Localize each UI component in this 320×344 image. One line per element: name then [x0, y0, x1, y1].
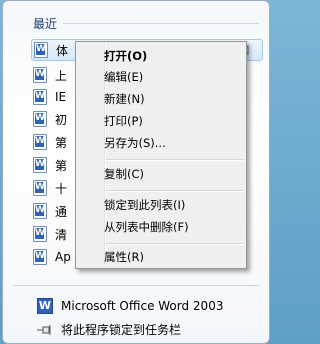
recent-item-label: 第 — [55, 158, 68, 173]
recent-item-label: 清 — [55, 227, 68, 242]
recent-item-label: 十 — [55, 181, 68, 196]
launch-app-item[interactable]: W Microsoft Office Word 2003 — [37, 298, 223, 314]
word-document-icon — [33, 111, 47, 127]
menu-item-new[interactable]: 新建(N) — [104, 89, 145, 109]
word-document-icon — [33, 157, 47, 173]
menu-separator — [106, 243, 243, 245]
section-divider — [63, 23, 259, 24]
word-document-icon — [33, 203, 47, 219]
pin-to-taskbar-item[interactable]: 将此程序锁定到任务栏 — [37, 321, 181, 338]
word-document-icon — [33, 89, 47, 105]
pin-to-taskbar-label: 将此程序锁定到任务栏 — [61, 323, 182, 337]
recent-item-label: 通 — [55, 204, 68, 219]
word-document-icon — [33, 249, 47, 265]
section-title-recent: 最近 — [33, 17, 58, 31]
word-document-icon — [33, 226, 47, 242]
menu-separator — [106, 190, 243, 192]
word-app-icon: W — [37, 298, 53, 314]
context-menu: 打开(O) 编辑(E) 新建(N) 打印(P) 另存为(S)... 复制(C) … — [75, 41, 247, 269]
menu-separator — [106, 159, 243, 161]
pin-icon — [37, 324, 51, 335]
menu-item-print[interactable]: 打印(P) — [104, 111, 143, 131]
tasks-divider — [13, 285, 259, 286]
recent-item-label: 体 — [56, 43, 69, 58]
menu-item-properties[interactable]: 属性(R) — [104, 247, 144, 267]
recent-item-label: 上 — [55, 68, 68, 83]
word-document-icon — [34, 42, 48, 58]
recent-item-label: 第 — [55, 135, 68, 150]
word-document-icon — [33, 134, 47, 150]
app-name-label: Microsoft Office Word 2003 — [61, 299, 224, 313]
menu-item-edit[interactable]: 编辑(E) — [104, 67, 143, 87]
menu-item-open[interactable]: 打开(O) — [104, 46, 147, 66]
menu-item-pin-to-list[interactable]: 锁定到此列表(I) — [104, 195, 185, 215]
menu-item-remove-from-list[interactable]: 从列表中删除(F) — [104, 217, 189, 237]
menu-item-save-as[interactable]: 另存为(S)... — [104, 133, 166, 153]
recent-item-label: IE — [55, 90, 67, 104]
recent-item-label: 初 — [55, 112, 68, 127]
word-document-icon — [33, 180, 47, 196]
word-document-icon — [33, 67, 47, 83]
recent-item-label: Ap — [55, 250, 71, 264]
menu-item-copy[interactable]: 复制(C) — [104, 164, 144, 184]
